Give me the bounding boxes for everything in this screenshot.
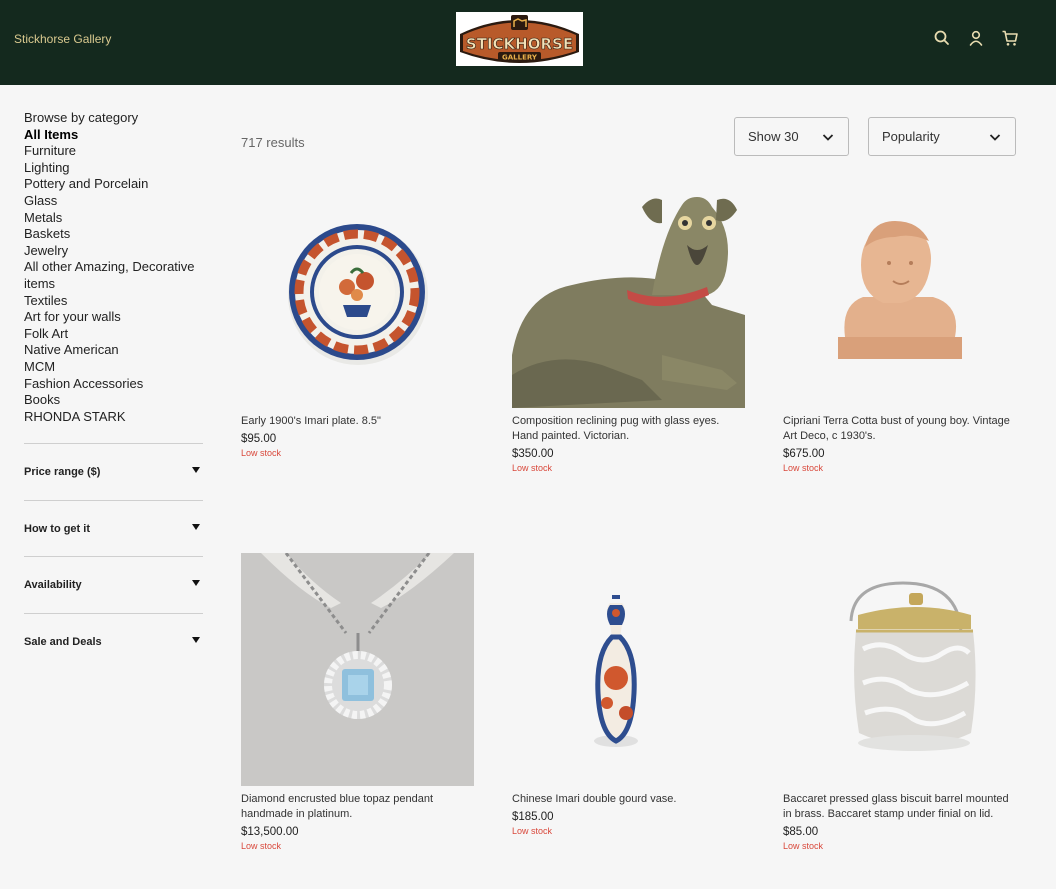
stock-status: Low stock: [783, 463, 824, 473]
product-card[interactable]: Cipriani Terra Cotta bust of young boy. …: [783, 175, 1016, 473]
stock-status: Low stock: [783, 841, 824, 851]
product-title[interactable]: Early 1900's Imari plate. 8.5": [241, 414, 474, 429]
category-list: All Items Furniture Lighting Pottery and…: [24, 127, 203, 426]
category-folk-art[interactable]: Folk Art: [24, 326, 203, 343]
sort-select[interactable]: Popularity: [868, 117, 1016, 156]
show-per-page-select[interactable]: Show 30: [734, 117, 849, 156]
sidebar: Browse by category All Items Furniture L…: [24, 110, 203, 669]
product-image[interactable]: [783, 553, 1016, 786]
sort-value: Popularity: [882, 129, 940, 144]
category-all-items[interactable]: All Items: [24, 127, 203, 144]
category-textiles[interactable]: Textiles: [24, 293, 203, 310]
chevron-down-icon: [988, 130, 1002, 144]
chevron-down-icon: [821, 130, 835, 144]
filter-label: How to get it: [24, 522, 90, 535]
product-price: $675.00: [783, 448, 825, 460]
category-metals[interactable]: Metals: [24, 210, 203, 227]
product-price: $13,500.00: [241, 826, 299, 838]
filter-label: Availability: [24, 579, 82, 592]
category-mcm[interactable]: MCM: [24, 359, 203, 376]
product-image[interactable]: [241, 553, 474, 786]
category-lighting[interactable]: Lighting: [24, 160, 203, 177]
product-card[interactable]: Diamond encrusted blue topaz pendant han…: [241, 553, 474, 851]
category-native-american[interactable]: Native American: [24, 342, 203, 359]
caret-down-icon: [192, 523, 200, 530]
filter-how-to-get-it[interactable]: How to get it: [24, 499, 203, 557]
site-header: Stickhorse Gallery STICKHORSE GALLERY: [0, 0, 1056, 85]
search-icon[interactable]: [932, 28, 952, 48]
browse-category-title: Browse by category: [24, 110, 139, 125]
caret-down-icon: [192, 636, 200, 643]
category-fashion-accessories[interactable]: Fashion Accessories: [24, 376, 203, 393]
cart-icon[interactable]: [1000, 28, 1020, 48]
product-title[interactable]: Diamond encrusted blue topaz pendant han…: [241, 792, 474, 822]
caret-down-icon: [192, 580, 200, 587]
category-furniture[interactable]: Furniture: [24, 143, 203, 160]
category-jewelry[interactable]: Jewelry: [24, 243, 203, 260]
product-price: $185.00: [512, 811, 554, 823]
product-title[interactable]: Baccaret pressed glass biscuit barrel mo…: [783, 792, 1016, 822]
stock-status: Low stock: [241, 448, 282, 458]
store-name-link[interactable]: Stickhorse Gallery: [14, 32, 111, 46]
category-baskets[interactable]: Baskets: [24, 226, 203, 243]
category-pottery-porcelain[interactable]: Pottery and Porcelain: [24, 176, 203, 193]
product-card[interactable]: Early 1900's Imari plate. 8.5" $95.00 Lo…: [241, 175, 474, 458]
product-card[interactable]: Composition reclining pug with glass eye…: [512, 175, 745, 473]
caret-down-icon: [192, 467, 200, 474]
product-card[interactable]: Baccaret pressed glass biscuit barrel mo…: [783, 553, 1016, 851]
filter-label: Price range ($): [24, 466, 101, 479]
account-icon[interactable]: [966, 28, 986, 48]
product-image[interactable]: [512, 175, 745, 408]
product-image[interactable]: [512, 553, 745, 786]
filter-label: Sale and Deals: [24, 635, 102, 648]
category-art-walls[interactable]: Art for your walls: [24, 309, 203, 326]
stock-status: Low stock: [512, 826, 553, 836]
category-glass[interactable]: Glass: [24, 193, 203, 210]
results-count: 717 results: [241, 135, 305, 150]
product-card[interactable]: Chinese Imari double gourd vase. $185.00…: [512, 553, 745, 836]
product-title[interactable]: Cipriani Terra Cotta bust of young boy. …: [783, 414, 1016, 444]
category-books[interactable]: Books: [24, 392, 203, 409]
stock-status: Low stock: [512, 463, 553, 473]
category-decorative-items[interactable]: All other Amazing, Decorative items: [24, 259, 203, 292]
filter-sale-deals[interactable]: Sale and Deals: [24, 612, 203, 670]
store-logo[interactable]: STICKHORSE GALLERY: [456, 12, 583, 66]
product-price: $95.00: [241, 433, 277, 445]
show-per-page-value: Show 30: [748, 129, 799, 144]
product-title[interactable]: Composition reclining pug with glass eye…: [512, 414, 745, 444]
svg-text:STICKHORSE: STICKHORSE: [466, 35, 573, 53]
filter-availability[interactable]: Availability: [24, 556, 203, 613]
product-price: $350.00: [512, 448, 554, 460]
stock-status: Low stock: [241, 841, 282, 851]
category-rhonda-stark[interactable]: RHONDA STARK: [24, 409, 203, 426]
product-image[interactable]: [241, 175, 474, 408]
filter-list: Price range ($) How to get it Availabili…: [24, 443, 203, 669]
product-title[interactable]: Chinese Imari double gourd vase.: [512, 792, 745, 807]
svg-text:GALLERY: GALLERY: [502, 54, 538, 62]
product-price: $85.00: [783, 826, 819, 838]
filter-price-range[interactable]: Price range ($): [24, 443, 203, 500]
product-image[interactable]: [783, 175, 1016, 408]
